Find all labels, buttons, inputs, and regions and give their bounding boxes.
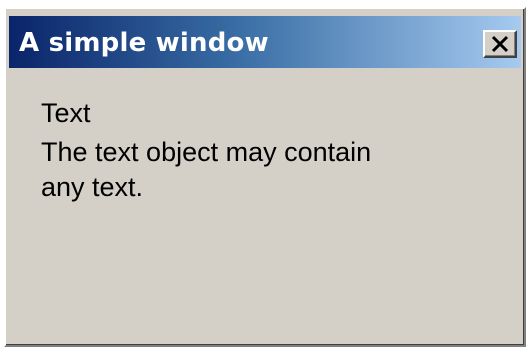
close-icon bbox=[491, 35, 509, 53]
window-client-area: Text The text object may contain any tex… bbox=[9, 71, 521, 341]
simple-window: A simple window Text The text object may… bbox=[4, 7, 526, 347]
text-body-line-1: The text object may contain bbox=[41, 137, 372, 167]
text-body-line-2: any text. bbox=[41, 172, 144, 202]
close-button[interactable] bbox=[483, 30, 517, 58]
text-heading: Text bbox=[41, 98, 91, 128]
window-title: A simple window bbox=[19, 28, 269, 58]
title-bar[interactable]: A simple window bbox=[9, 16, 521, 68]
